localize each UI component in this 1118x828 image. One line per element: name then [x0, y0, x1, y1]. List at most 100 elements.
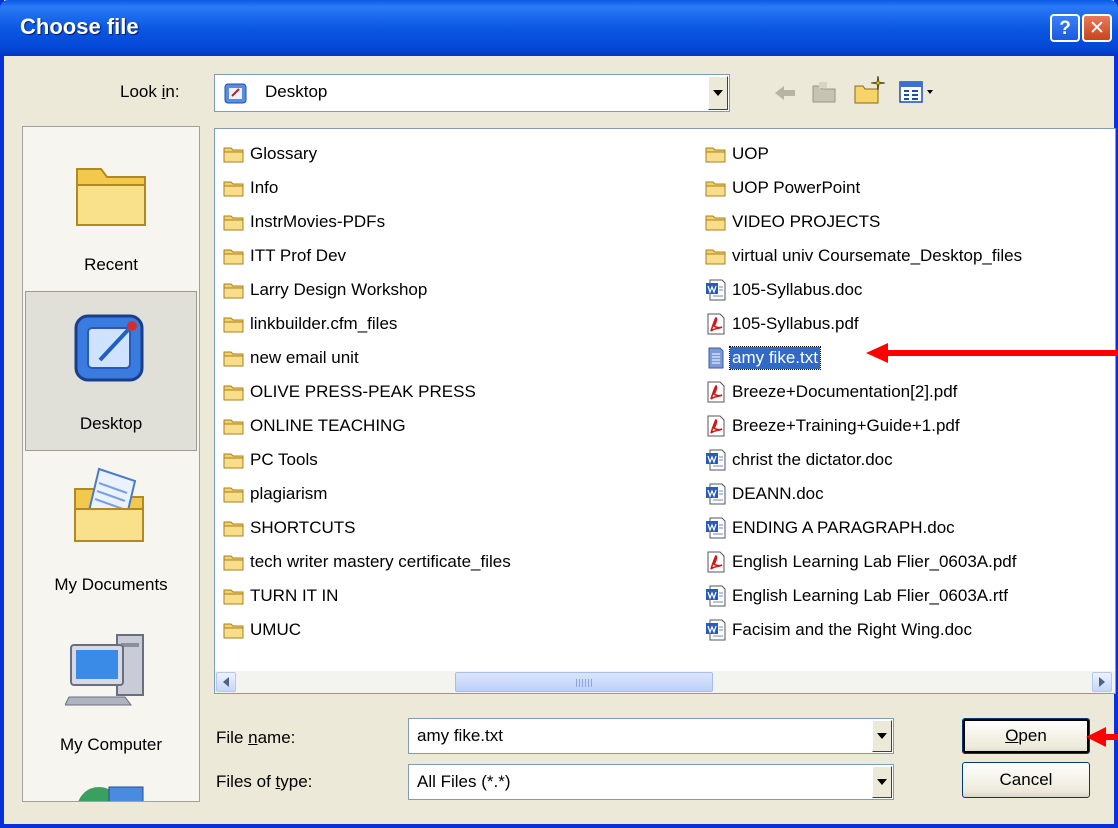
file-list-item[interactable]: new email unit	[223, 341, 513, 375]
annotation-arrow-open	[1086, 727, 1118, 747]
place-label: Desktop	[79, 414, 143, 433]
file-list-item[interactable]: 105-Syllabus.doc	[705, 273, 1024, 307]
file-list-item[interactable]: English Learning Lab Flier_0603A.rtf	[705, 579, 1024, 613]
desktop-icon	[74, 314, 144, 382]
file-name-text: SHORTCUTS	[250, 518, 356, 537]
word-document-icon	[706, 517, 726, 539]
file-name-text: UOP	[732, 144, 769, 163]
title-bar[interactable]: Choose file ? ✕	[0, 0, 1118, 56]
new-folder-icon[interactable]	[852, 74, 886, 106]
file-list-item[interactable]: UMUC	[223, 613, 513, 647]
text-file-icon	[708, 347, 724, 369]
file-list-item[interactable]: Larry Design Workshop	[223, 273, 513, 307]
place-label: Recent	[84, 255, 138, 274]
up-folder-icon[interactable]	[810, 78, 838, 106]
open-button[interactable]: Open	[962, 718, 1090, 754]
file-name-label: File name:	[216, 728, 296, 747]
file-list-item[interactable]: Info	[223, 171, 513, 205]
file-name-text: English Learning Lab Flier_0603A.rtf	[732, 586, 1008, 605]
word-document-icon	[706, 279, 726, 301]
file-list-item[interactable]: UOP PowerPoint	[705, 171, 1024, 205]
close-button[interactable]: ✕	[1082, 14, 1112, 42]
back-arrow-icon[interactable]	[772, 82, 798, 104]
cancel-button[interactable]: Cancel	[962, 762, 1090, 798]
folder-icon	[223, 351, 244, 367]
folder-icon	[223, 521, 244, 537]
file-list-item[interactable]: Breeze+Training+Guide+1.pdf	[705, 409, 1024, 443]
file-name-text: UMUC	[250, 620, 301, 639]
file-name-text: tech writer mastery certificate_files	[250, 552, 511, 571]
place-my-computer[interactable]: My Computer	[25, 611, 197, 771]
scroll-left-button[interactable]	[216, 672, 236, 692]
folder-icon	[223, 283, 244, 299]
folder-icon	[223, 453, 244, 469]
word-document-icon	[706, 483, 726, 505]
file-list-item[interactable]: tech writer mastery certificate_files	[223, 545, 513, 579]
file-list-item[interactable]: Facisim and the Right Wing.doc	[705, 613, 1024, 647]
help-icon: ?	[1059, 17, 1071, 39]
file-name-text: Info	[250, 178, 279, 197]
file-list-item[interactable]: Breeze+Documentation[2].pdf	[705, 375, 1024, 409]
file-name-text: Larry Design Workshop	[250, 280, 428, 299]
file-type-value: All Files (*.*)	[417, 772, 511, 791]
file-name-text: Glossary	[250, 144, 318, 163]
network-places-icon[interactable]	[69, 779, 149, 802]
file-list-item[interactable]: Glossary	[223, 137, 513, 171]
file-column-left: Glossary Info InstrMovies-PDFs ITT Prof Dev…	[223, 137, 513, 647]
my-documents-icon	[74, 467, 144, 542]
file-name-text: PC Tools	[250, 450, 318, 469]
file-list-item[interactable]: TURN IT IN	[223, 579, 513, 613]
file-list-item[interactable]: InstrMovies-PDFs	[223, 205, 513, 239]
file-name-value: amy fike.txt	[417, 726, 503, 745]
file-list-item[interactable]: ITT Prof Dev	[223, 239, 513, 273]
file-type-select[interactable]: All Files (*.*)	[408, 764, 894, 800]
file-list-item[interactable]: ENDING A PARAGRAPH.doc	[705, 511, 1024, 545]
place-my-documents[interactable]: My Documents	[25, 451, 197, 611]
recent-folder-icon	[76, 168, 146, 226]
scroll-left-icon	[223, 677, 229, 687]
file-list-item[interactable]: virtual univ Coursemate_Desktop_files	[705, 239, 1024, 273]
place-label: My Documents	[54, 575, 168, 594]
file-name-text: ITT Prof Dev	[250, 246, 347, 265]
file-name-text: christ the dictator.doc	[732, 450, 893, 469]
word-document-icon	[706, 449, 726, 471]
file-list-item[interactable]: ONLINE TEACHING	[223, 409, 513, 443]
help-button[interactable]: ?	[1050, 14, 1080, 42]
file-list-item[interactable]: plagiarism	[223, 477, 513, 511]
file-name-text: Breeze+Training+Guide+1.pdf	[732, 416, 960, 435]
look-in-value: Desktop	[265, 82, 328, 101]
file-list-item[interactable]: PC Tools	[223, 443, 513, 477]
file-list-item[interactable]: SHORTCUTS	[223, 511, 513, 545]
look-in-dropdown-button[interactable]	[708, 76, 728, 110]
scroll-right-button[interactable]	[1092, 672, 1112, 692]
folder-icon	[223, 555, 244, 571]
file-list-item[interactable]: linkbuilder.cfm_files	[223, 307, 513, 341]
view-menu-icon[interactable]	[898, 80, 936, 104]
file-list-item[interactable]: English Learning Lab Flier_0603A.pdf	[705, 545, 1024, 579]
file-name-text: OLIVE PRESS-PEAK PRESS	[250, 382, 476, 401]
folder-icon	[223, 215, 244, 231]
folder-icon	[223, 385, 244, 401]
file-name-text: ONLINE TEACHING	[250, 416, 406, 435]
file-list-item[interactable]: DEANN.doc	[705, 477, 1024, 511]
file-name-text: ENDING A PARAGRAPH.doc	[732, 518, 955, 537]
file-list-item[interactable]: christ the dictator.doc	[705, 443, 1024, 477]
file-list-item[interactable]: UOP	[705, 137, 1024, 171]
file-type-dropdown-button[interactable]	[872, 766, 892, 798]
file-name-text: Facisim and the Right Wing.doc	[732, 620, 972, 639]
place-desktop[interactable]: Desktop	[25, 291, 197, 451]
place-recent[interactable]: Recent	[25, 131, 197, 291]
look-in-combobox[interactable]: Desktop	[214, 74, 730, 112]
pdf-document-icon	[707, 551, 725, 573]
file-list-item[interactable]: 105-Syllabus.pdf	[705, 307, 1024, 341]
horizontal-scrollbar[interactable]	[215, 671, 1115, 693]
choose-file-dialog: Choose file ? ✕ Look in: Desktop Recent …	[0, 0, 1118, 828]
file-name-input[interactable]: amy fike.txt	[408, 718, 894, 754]
places-bar: Recent Desktop My Documents My Computer	[22, 126, 200, 802]
file-name-dropdown-button[interactable]	[872, 720, 892, 752]
file-list[interactable]: Glossary Info InstrMovies-PDFs ITT Prof Dev…	[214, 128, 1116, 694]
scroll-thumb[interactable]	[455, 672, 713, 692]
file-list-item[interactable]: VIDEO PROJECTS	[705, 205, 1024, 239]
file-name-text: UOP PowerPoint	[732, 178, 861, 197]
file-list-item[interactable]: OLIVE PRESS-PEAK PRESS	[223, 375, 513, 409]
